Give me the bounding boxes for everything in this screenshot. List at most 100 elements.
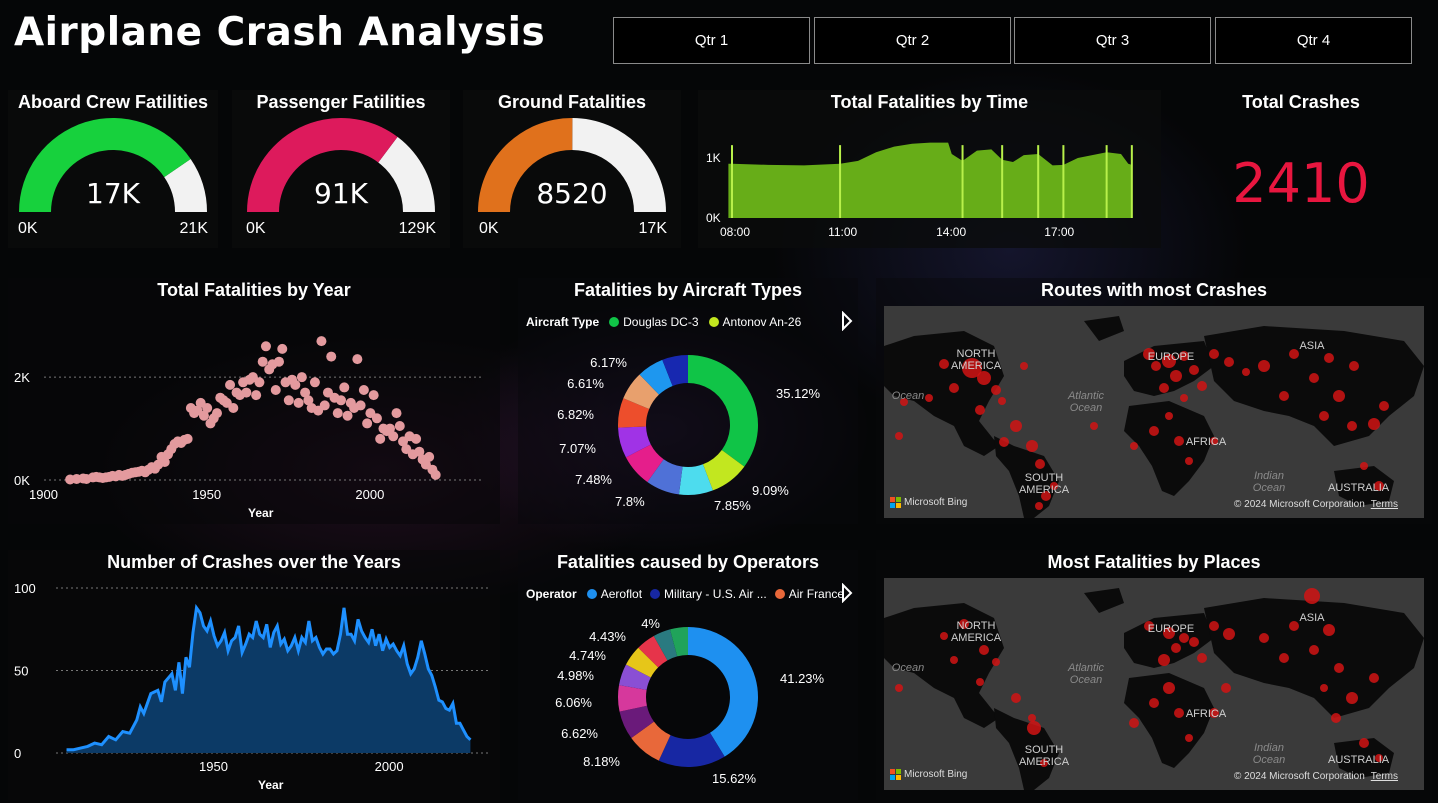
map-bubble[interactable] [1090,422,1098,430]
map-bubble[interactable] [1369,673,1379,683]
data-point[interactable] [182,433,193,444]
data-point[interactable] [352,354,363,365]
map-bubble[interactable] [1346,692,1358,704]
map-bubble[interactable] [1028,714,1036,722]
map-bubble[interactable] [998,397,1006,405]
map-bubble[interactable] [1171,643,1181,653]
data-point[interactable] [424,451,435,462]
data-point[interactable] [316,336,327,347]
map-bubble[interactable] [1149,698,1159,708]
map-bubble[interactable] [1223,628,1235,640]
data-point[interactable] [388,431,399,442]
map-bubble[interactable] [1197,653,1207,663]
data-point[interactable] [270,385,281,395]
map-bubble[interactable] [991,385,1001,395]
map-bubble[interactable] [1242,368,1250,376]
map-bubble[interactable] [949,383,959,393]
map-bubble[interactable] [1379,401,1389,411]
data-point[interactable] [394,421,405,431]
data-point[interactable] [430,469,441,480]
map-bubble[interactable] [1163,682,1175,694]
map-bubble[interactable] [1368,418,1380,430]
data-point[interactable] [362,418,373,429]
map-bubble[interactable] [1323,624,1335,636]
map-bubble[interactable] [979,645,989,655]
map-bubble[interactable] [1026,440,1038,452]
map-bubble[interactable] [1027,721,1041,735]
data-point[interactable] [290,379,301,390]
data-point[interactable] [371,413,382,424]
map-bubble[interactable] [1319,411,1329,421]
places-map[interactable]: NORTH AMERICA EUROPE ASIA AFRICA SOUTH AMERI… [884,578,1424,790]
data-point[interactable] [355,400,366,411]
data-point[interactable] [336,395,347,406]
map-bubble[interactable] [1359,738,1369,748]
map-bubble[interactable] [1349,361,1359,371]
data-point[interactable] [332,408,343,419]
map-bubble[interactable] [1333,390,1345,402]
map-bubble[interactable] [1324,353,1334,363]
map-bubble[interactable] [1035,502,1043,510]
map-bubble[interactable] [1035,459,1045,469]
map-bubble[interactable] [1224,357,1234,367]
map-bubble[interactable] [1020,362,1028,370]
qtr-4-button[interactable]: Qtr 4 [1215,17,1412,64]
map-bubble[interactable] [1170,370,1182,382]
data-point[interactable] [293,397,304,408]
map-bubble[interactable] [1304,588,1320,604]
terms-link[interactable]: Terms [1371,771,1398,782]
data-point[interactable] [225,379,236,390]
map-bubble[interactable] [1259,633,1269,643]
map-bubble[interactable] [1010,420,1022,432]
data-point[interactable] [319,400,330,411]
map-bubble[interactable] [1309,373,1319,383]
map-bubble[interactable] [1189,365,1199,375]
map-bubble[interactable] [1279,391,1289,401]
data-point[interactable] [411,433,422,444]
aircraft-slice[interactable] [688,355,758,467]
map-bubble[interactable] [950,656,958,664]
map-bubble[interactable] [1331,713,1341,723]
map-bubble[interactable] [1189,637,1199,647]
map-bubble[interactable] [975,405,985,415]
map-bubble[interactable] [1158,654,1170,666]
map-bubble[interactable] [1130,442,1138,450]
map-bubble[interactable] [1320,684,1328,692]
data-point[interactable] [251,390,262,401]
map-bubble[interactable] [1334,663,1344,673]
data-point[interactable] [277,343,288,354]
data-point[interactable] [391,408,402,419]
data-point[interactable] [309,377,320,388]
map-bubble[interactable] [1347,421,1357,431]
data-point[interactable] [211,408,222,419]
data-point[interactable] [254,377,265,388]
map-bubble[interactable] [977,371,991,385]
map-bubble[interactable] [1149,426,1159,436]
map-bubble[interactable] [1221,683,1231,693]
data-point[interactable] [228,403,239,413]
data-point[interactable] [339,382,350,393]
map-bubble[interactable] [1165,412,1173,420]
data-point[interactable] [257,356,268,367]
map-bubble[interactable] [976,678,984,686]
data-point[interactable] [368,390,379,401]
data-point[interactable] [375,433,386,444]
map-bubble[interactable] [992,658,1000,666]
operator-slice[interactable] [688,627,758,757]
data-point[interactable] [296,372,307,383]
routes-map[interactable]: NORTH AMERICA EUROPE ASIA AFRICA SOUTH AMERI… [884,306,1424,518]
map-bubble[interactable] [1209,349,1219,359]
qtr-1-button[interactable]: Qtr 1 [613,17,810,64]
data-point[interactable] [260,341,271,352]
map-bubble[interactable] [1159,383,1169,393]
data-point[interactable] [202,403,213,413]
qtr-3-button[interactable]: Qtr 3 [1014,17,1211,64]
map-bubble[interactable] [1258,360,1270,372]
data-point[interactable] [342,410,353,421]
map-bubble[interactable] [1185,457,1193,465]
map-bubble[interactable] [1197,381,1207,391]
map-bubble[interactable] [1279,653,1289,663]
map-bubble[interactable] [999,437,1009,447]
map-bubble[interactable] [1180,394,1188,402]
qtr-2-button[interactable]: Qtr 2 [814,17,1011,64]
